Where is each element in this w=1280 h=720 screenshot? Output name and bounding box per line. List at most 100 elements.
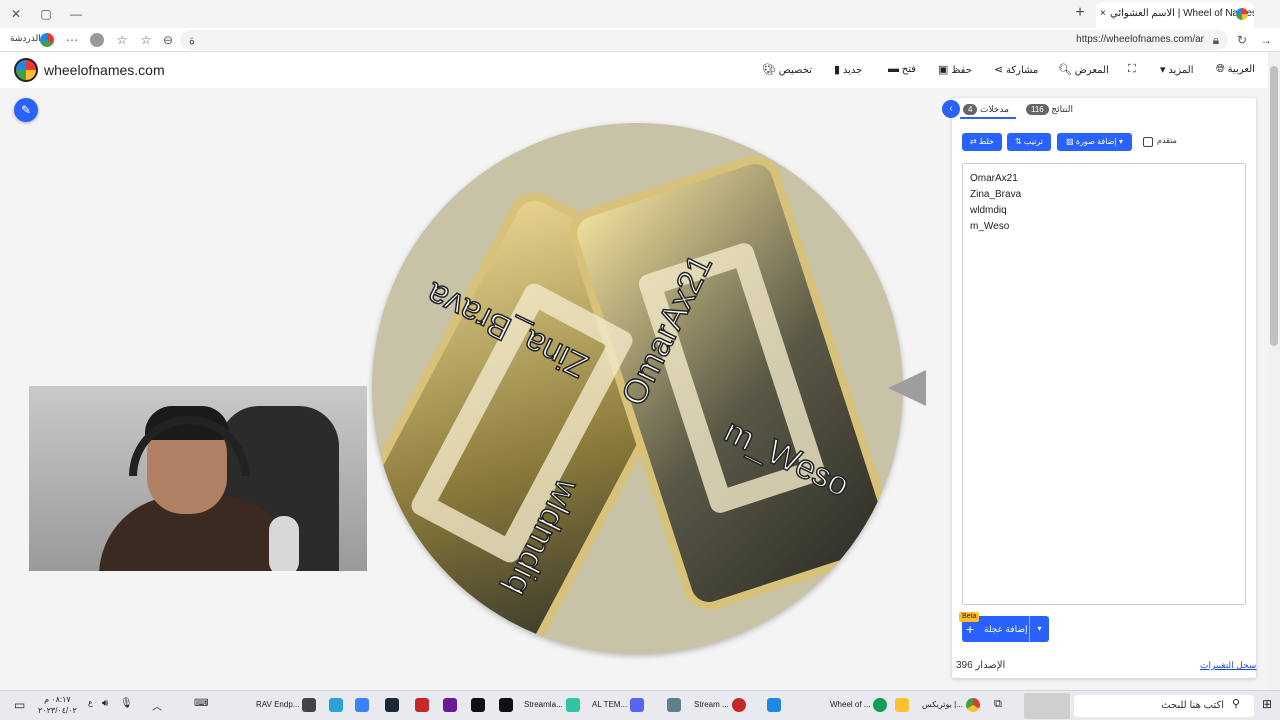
wheel-label-2: wldmdiq xyxy=(497,473,586,603)
keyboard-icon[interactable]: ⌨ xyxy=(194,698,208,709)
refresh-icon[interactable]: ↻ xyxy=(1234,32,1250,48)
fullscreen-button[interactable]: ⛶ xyxy=(1124,63,1136,76)
globe-icon: 🌐︎ xyxy=(1216,63,1225,75)
read-aloud-icon[interactable]: ⊖ xyxy=(160,32,176,48)
taskbar-search[interactable]: اكتب هنا للبحث xyxy=(1074,695,1254,717)
url-text: https://wheelofnames.com/ar xyxy=(1076,34,1204,45)
chevron-down-icon: ▾ xyxy=(1160,64,1166,76)
chevron-up-icon[interactable]: ︿ xyxy=(152,698,162,713)
minimize-window-icon[interactable]: — xyxy=(64,4,88,24)
taskbar-app-icon-3[interactable] xyxy=(440,698,457,712)
taskbar-item-streamlabs[interactable]: Streamla... xyxy=(524,698,580,712)
favicon-icon xyxy=(1236,8,1248,20)
taskbar-clock[interactable]: ٠٨:١٧ م ٢٠٢٣/٠٤/٠٢ xyxy=(38,694,77,716)
changelog-link[interactable]: سجل التغييرات xyxy=(1200,660,1256,671)
add-image-button[interactable]: ▨ إضافة صورة ▾ xyxy=(1057,133,1132,151)
version-label: الإصدار 396 xyxy=(956,660,1006,671)
language-indicator[interactable]: ع xyxy=(88,698,93,707)
beta-badge: Beta xyxy=(959,612,980,622)
taskbar-app-icon[interactable] xyxy=(352,698,369,712)
tab-active-indicator xyxy=(960,117,1016,119)
tab-entries[interactable]: 4 مدخلات xyxy=(963,104,1009,115)
url-field[interactable]: ة https://wheelofnames.com/ar 🔒︎ xyxy=(180,30,1228,50)
nav-share[interactable]: ⋖ مشاركة xyxy=(990,63,1038,76)
taskbar-capcut-icon[interactable] xyxy=(468,698,485,712)
back-icon[interactable]: → xyxy=(1258,32,1274,48)
taskbar-item-stream[interactable]: Stream ... xyxy=(694,698,746,712)
save-icon: ▣ xyxy=(938,64,949,76)
entries-count-badge: 4 xyxy=(963,104,978,115)
folder-icon: ▬ xyxy=(888,63,899,75)
taskbar-item-al-tem[interactable]: AL TEM... xyxy=(592,698,645,712)
advanced-label: متقدم xyxy=(1157,136,1177,145)
address-bar-row: الدردشة ⋯ ☆ ☆ ⊖ ة https://wheelofnames.c… xyxy=(0,28,1280,52)
taskbar-app-icon-4[interactable] xyxy=(664,698,681,712)
wheel-label-0: OmarAx21 xyxy=(614,249,719,412)
taskbar-app-icon-5[interactable] xyxy=(764,698,781,712)
chevron-down-icon[interactable]: ▾ xyxy=(1029,616,1049,642)
logo-icon[interactable] xyxy=(14,58,38,82)
wheel-label-1: Zina_Brava xyxy=(421,275,594,385)
nav-customize[interactable]: 🎨︎ تخصيص xyxy=(758,63,812,76)
nav-gallery[interactable]: 🔍︎ المعرض xyxy=(1054,63,1109,76)
search-icon: ⚲ xyxy=(1232,698,1241,710)
taskbar-item-chrome[interactable]: بوتريكس |... xyxy=(922,698,980,712)
results-count-badge: 116 xyxy=(1026,104,1049,115)
search-icon: 🔍︎ xyxy=(1058,64,1072,76)
share-icon: ⋖ xyxy=(994,64,1004,76)
nav-new[interactable]: ▮ جديد xyxy=(830,63,862,76)
translate-icon[interactable]: ة xyxy=(184,32,200,48)
taskbar-telegram-icon[interactable] xyxy=(326,698,343,712)
maximize-window-icon[interactable]: ▢ xyxy=(34,4,58,24)
wheel-pointer xyxy=(888,370,926,406)
webcam-microphone xyxy=(269,516,299,571)
avatar[interactable] xyxy=(90,33,104,47)
page-scrollbar[interactable] xyxy=(1268,52,1280,690)
browser-title-bar: ✕ ▢ — + × الاسم العشوائي | Wheel of Name… xyxy=(0,0,1280,28)
favorites-icon[interactable]: ☆ xyxy=(114,32,130,48)
taskbar-explorer-icon[interactable] xyxy=(892,698,909,712)
more-icon[interactable]: ⋯ xyxy=(64,32,80,48)
new-tab-button[interactable]: + xyxy=(1070,4,1090,24)
shuffle-button[interactable]: ⇄ خلط xyxy=(962,133,1002,151)
task-view-icon[interactable]: ⧉ xyxy=(994,698,1002,711)
site-header: wheelofnames.com 🎨︎ تخصيص ▮ جديد ▬ فتح ▣… xyxy=(0,52,1280,88)
add-favorite-icon[interactable]: ☆ xyxy=(138,32,154,48)
wheel-labels: OmarAx21 Zina_Brava wldmdiq m_Weso xyxy=(420,248,856,603)
copilot-icon[interactable] xyxy=(40,33,54,47)
site-name[interactable]: wheelofnames.com xyxy=(44,62,165,78)
start-icon[interactable]: ⊞ xyxy=(1262,697,1272,711)
chevron-down-icon: ▾ xyxy=(1118,137,1123,146)
lock-icon: 🔒︎ xyxy=(1212,33,1220,47)
volume-icon[interactable]: 🔊︎ xyxy=(102,698,108,709)
taskbar-item-wheel[interactable]: Wheel of ... xyxy=(830,698,888,712)
notifications-icon[interactable]: ▭ xyxy=(14,698,25,712)
nav-more[interactable]: ▾ المزيد xyxy=(1156,63,1193,76)
taskbar: ▭ ٠٨:١٧ م ٢٠٢٣/٠٤/٠٢ ع 🔊︎ 🎙︎ ︿ ⌨ RAV End… xyxy=(0,690,1280,720)
browser-tab[interactable]: × الاسم العشوائي | Wheel of Names xyxy=(1096,2,1254,28)
collapse-panel-icon[interactable]: ‹ xyxy=(942,100,960,118)
palette-icon: 🎨︎ xyxy=(762,64,776,76)
tab-title: الاسم العشوائي | Wheel of Names xyxy=(1110,8,1254,19)
advanced-checkbox[interactable] xyxy=(1143,137,1153,147)
sort-icon: ⇅ xyxy=(1014,137,1022,146)
tab-close-icon[interactable]: × xyxy=(1100,2,1106,26)
tab-results[interactable]: 116 النتائج xyxy=(1026,104,1073,115)
entries-textarea[interactable]: OmarAx21 Zina_Brava wldmdiq m_Weso xyxy=(962,163,1246,605)
nav-open[interactable]: ▬ فتح xyxy=(884,63,916,75)
scrollbar-thumb[interactable] xyxy=(1270,66,1278,346)
edit-icon[interactable]: ✎ xyxy=(14,98,38,122)
taskbar-item-rav[interactable]: RAV Endp... xyxy=(256,698,317,712)
nav-language[interactable]: 🌐︎ العربية xyxy=(1212,63,1255,76)
mic-icon[interactable]: 🎙︎ xyxy=(120,698,133,709)
taskbar-tiktok-icon[interactable] xyxy=(496,698,513,712)
image-icon: ▨ xyxy=(1066,137,1074,146)
taskbar-app-icon-2[interactable] xyxy=(412,698,429,712)
taskbar-steam-icon[interactable] xyxy=(382,698,399,712)
wheel[interactable]: OmarAx21 Zina_Brava wldmdiq m_Weso xyxy=(372,123,903,654)
nav-save[interactable]: ▣ حفظ xyxy=(934,63,972,76)
file-icon: ▮ xyxy=(834,64,841,76)
close-window-icon[interactable]: ✕ xyxy=(4,4,28,24)
profile-label[interactable]: الدردشة xyxy=(10,33,41,44)
sort-button[interactable]: ⇅ ترتيب xyxy=(1007,133,1051,151)
